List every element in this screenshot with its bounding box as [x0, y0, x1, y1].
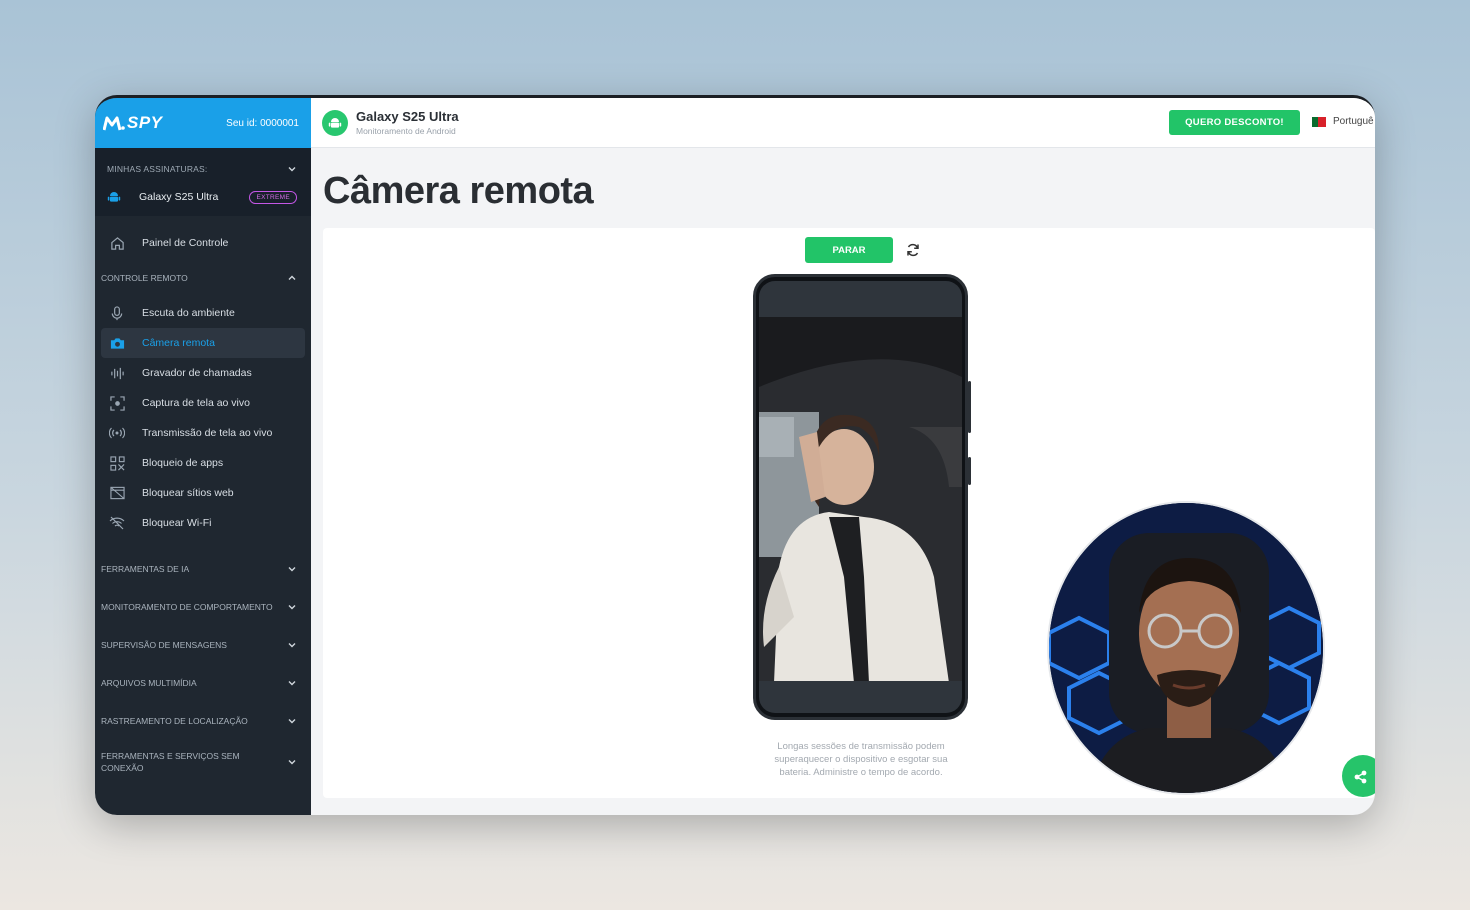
app-window: SPY Seu id: 0000001 MINHAS ASSINATURAS: … [95, 95, 1375, 815]
overheat-warning: Longas sessões de transmissão podem supe… [774, 741, 948, 778]
category-behavior-monitoring[interactable]: MONITORAMENTO DE COMPORTAMENTO [95, 588, 311, 626]
sidebar-item-label: Painel de Controle [142, 237, 229, 249]
page-title: Câmera remota [323, 170, 594, 212]
remote-control-heading: CONTROLE REMOTO [101, 273, 188, 283]
web-block-icon [109, 485, 125, 501]
subscription-device-name: Galaxy S25 Ultra [139, 191, 219, 203]
sidebar-item-live-screen-capture[interactable]: Captura de tela ao vivo [101, 388, 305, 418]
sidebar-item-call-recorder[interactable]: Gravador de chamadas [101, 358, 305, 388]
portugal-flag-icon [1312, 116, 1326, 127]
sidebar-item-live-screen-broadcast[interactable]: Transmissão de tela ao vivo [101, 418, 305, 448]
device-subtitle: Monitoramento de Android [356, 126, 456, 136]
waveform-icon [109, 365, 125, 381]
category-offline-tools[interactable]: FERRAMENTAS E SERVIÇOS SEM CONEXÃO [95, 740, 311, 784]
sidebar-item-label: Captura de tela ao vivo [142, 397, 250, 409]
mspy-logo[interactable]: SPY [103, 113, 163, 133]
language-selector[interactable]: Portuguê [1312, 116, 1374, 127]
sidebar-item-label: Bloqueio de apps [142, 457, 224, 469]
sidebar-item-remote-camera[interactable]: Câmera remota [101, 328, 305, 358]
home-icon [109, 235, 125, 251]
android-icon [107, 192, 121, 202]
presenter-webcam [1047, 501, 1325, 795]
category-multimedia-files[interactable]: ARQUIVOS MULTIMÍDIA [95, 664, 311, 702]
subscriptions-section: MINHAS ASSINATURAS: Galaxy S25 Ultra EXT… [95, 148, 311, 216]
plan-badge: EXTREME [249, 190, 297, 204]
chevron-down-icon [288, 567, 296, 572]
broadcast-icon [109, 425, 125, 441]
phone-top-bar [759, 281, 962, 317]
switch-camera-icon[interactable] [905, 242, 921, 258]
phone-frame [753, 274, 971, 720]
sidebar: SPY Seu id: 0000001 MINHAS ASSINATURAS: … [95, 98, 311, 815]
category-ai-tools[interactable]: FERRAMENTAS DE IA [95, 550, 311, 588]
category-message-supervision[interactable]: SUPERVISÃO DE MENSAGENS [95, 626, 311, 664]
subscriptions-heading: MINHAS ASSINATURAS: [107, 164, 208, 174]
sidebar-nav: Painel de Controle CONTROLE REMOTO Escut… [95, 216, 311, 784]
category-label: RASTREAMENTO DE LOCALIZAÇÃO [101, 716, 248, 726]
wifi-off-icon [109, 515, 125, 531]
subscription-device[interactable]: Galaxy S25 Ultra EXTREME [95, 190, 311, 204]
logo-m-icon [103, 116, 125, 131]
remote-control-toggle[interactable]: CONTROLE REMOTO [95, 272, 311, 284]
language-label: Portuguê [1333, 116, 1374, 127]
sidebar-item-label: Gravador de chamadas [142, 367, 252, 379]
camera-feed [759, 317, 962, 681]
chevron-down-icon [288, 605, 296, 610]
camera-feed-image [759, 317, 962, 681]
device-info: Galaxy S25 Ultra Monitoramento de Androi… [356, 109, 459, 136]
sidebar-item-block-wifi[interactable]: Bloquear Wi-Fi [101, 508, 305, 538]
sidebar-item-app-block[interactable]: Bloqueio de apps [101, 448, 305, 478]
chevron-down-icon [288, 719, 296, 724]
category-label: SUPERVISÃO DE MENSAGENS [101, 640, 227, 650]
screen-capture-icon [109, 395, 125, 411]
sidebar-item-ambient-listening[interactable]: Escuta do ambiente [101, 298, 305, 328]
camera-icon [109, 335, 125, 351]
logo-text: SPY [127, 113, 163, 132]
sidebar-item-label: Câmera remota [142, 337, 215, 349]
chevron-down-icon [288, 681, 296, 686]
category-location-tracking[interactable]: RASTREAMENTO DE LOCALIZAÇÃO [95, 702, 311, 740]
category-label: ARQUIVOS MULTIMÍDIA [101, 678, 197, 688]
chevron-down-icon [288, 643, 296, 648]
sidebar-item-dashboard[interactable]: Painel de Controle [101, 228, 305, 258]
chevron-down-icon [288, 760, 296, 765]
sidebar-item-label: Transmissão de tela ao vivo [142, 427, 273, 439]
subscriptions-toggle[interactable]: MINHAS ASSINATURAS: [95, 164, 311, 174]
brand-bar: SPY Seu id: 0000001 [95, 98, 311, 148]
category-label: FERRAMENTAS E SERVIÇOS SEM CONEXÃO [101, 751, 240, 773]
stop-button[interactable]: PARAR [805, 237, 893, 263]
app-block-icon [109, 455, 125, 471]
microphone-icon [109, 305, 125, 321]
phone-bottom-bar [759, 681, 962, 713]
sidebar-item-label: Bloquear sítios web [142, 487, 234, 499]
share-icon [1354, 770, 1367, 784]
top-bar: Galaxy S25 Ultra Monitoramento de Androi… [311, 98, 1375, 148]
sidebar-item-label: Escuta do ambiente [142, 307, 235, 319]
sidebar-item-label: Bloquear Wi-Fi [142, 517, 212, 529]
category-label: FERRAMENTAS DE IA [101, 564, 190, 574]
category-label: MONITORAMENTO DE COMPORTAMENTO [101, 602, 273, 612]
device-name: Galaxy S25 Ultra [356, 109, 459, 124]
android-device-icon [322, 109, 348, 136]
presenter-image [1049, 503, 1323, 793]
chevron-up-icon [288, 275, 296, 280]
discount-button[interactable]: QUERO DESCONTO! [1169, 110, 1300, 135]
user-id: Seu id: 0000001 [226, 117, 299, 129]
chevron-down-icon [288, 167, 296, 172]
sidebar-item-block-websites[interactable]: Bloquear sítios web [101, 478, 305, 508]
